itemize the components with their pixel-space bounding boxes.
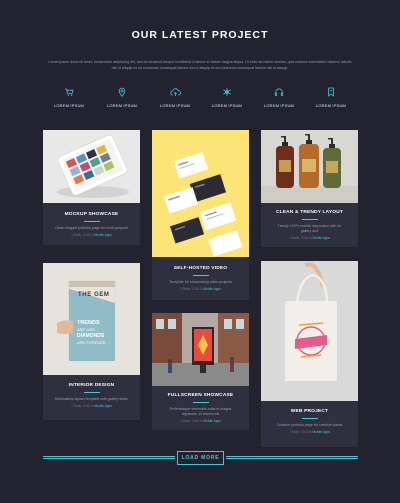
book-cover-line-4: ARE FOREVER. [77, 340, 107, 345]
project-description: Creative portfolio page for creative tea… [276, 422, 343, 427]
project-description: Trendy 100% mobile responsive with 2x ga… [277, 223, 342, 233]
project-image-bottles [261, 130, 358, 203]
page-title: OUR LATEST PROJECT [131, 29, 269, 41]
project-title[interactable]: FULLSCREEN SHOWCASE [152, 393, 249, 398]
divider-left [43, 456, 175, 459]
category-item-4[interactable]: LOREM IPSUM [200, 87, 254, 108]
project-meta: 1 Ratio, 2018 In Mobile Apps [261, 430, 358, 434]
bookmark-icon [328, 87, 334, 97]
project-description: Clean elegant portfolio page for multi-p… [55, 225, 128, 230]
book-cover-line-3: DIAMONDS [77, 333, 105, 339]
project-caption: SELF-HOSTED VIDEO Template for showcasin… [152, 266, 249, 291]
project-meta: 1 Ratio, 2018 In Mobile Apps [261, 236, 358, 240]
headphones-icon [274, 88, 284, 96]
project-title[interactable]: MOCKUP SHOWCASE [43, 212, 140, 217]
project-image-tote-bag [261, 261, 358, 401]
project-meta: 1 Ratio, 2018 In Mobile Apps [43, 233, 140, 237]
project-date: 1 Ratio, 2018 In [71, 403, 94, 408]
project-description: Template for showcasing video projects [169, 279, 232, 284]
project-caption: MOCKUP SHOWCASE Clean elegant portfolio … [43, 212, 140, 237]
category-item-3[interactable]: LOREM IPSUM [148, 87, 202, 108]
project-title[interactable]: SELF-HOSTED VIDEO [152, 266, 249, 271]
title-underline [192, 275, 209, 276]
project-caption: INTERIOR DESIGN Minimalistic stylish tem… [43, 383, 140, 408]
category-label: LOREM IPSUM [263, 103, 295, 108]
project-caption: WEB PROJECT Creative portfolio page for … [261, 409, 358, 434]
category-item-2[interactable]: LOREM IPSUM [95, 87, 149, 108]
project-title[interactable]: INTERIOR DESIGN [43, 383, 140, 388]
category-item-5[interactable]: LOREM IPSUM [252, 87, 306, 108]
category-label: LOREM IPSUM [106, 103, 138, 108]
project-title[interactable]: WEB PROJECT [261, 409, 358, 414]
project-title[interactable]: CLEAN & TRENDY LAYOUT [261, 210, 358, 215]
project-image-book: THE GEM TRENDS ARE LIKE DIAMONDS ARE FOR… [43, 263, 140, 375]
cart-icon [65, 88, 74, 96]
cloud-upload-icon [169, 88, 181, 96]
category-item-6[interactable]: LOREM IPSUM [304, 87, 358, 108]
project-card-clean-trendy-layout[interactable]: CLEAN & TRENDY LAYOUT Trendy 100% mobile… [261, 130, 358, 247]
category-label: LOREM IPSUM [315, 103, 347, 108]
divider-right [226, 456, 358, 459]
title-underline [83, 392, 100, 393]
category-item-1[interactable]: LOREM IPSUM [42, 87, 96, 108]
category-bar: LOREM IPSUM LOREM IPSUM LOREM IPSUM LORE… [42, 87, 360, 113]
project-card-self-hosted-video[interactable]: SELF-HOSTED VIDEO Template for showcasin… [152, 130, 249, 300]
map-pin-icon [118, 87, 126, 97]
project-caption: CLEAN & TRENDY LAYOUT Trendy 100% mobile… [261, 210, 358, 240]
project-image-street-billboard [152, 313, 249, 386]
intro-text: Lorem ipsum dolor sit amet, consectetur … [48, 60, 352, 70]
project-category-link[interactable]: Mobile Apps [313, 236, 330, 240]
project-description: Pellentesque venenatis nulla et magna di… [169, 406, 232, 416]
book-cover-line-2: ARE LIKE [77, 327, 96, 332]
category-label: LOREM IPSUM [211, 103, 243, 108]
book-cover-line-1: TRENDS [77, 320, 100, 326]
category-label: LOREM IPSUM [159, 103, 191, 108]
project-card-web-project[interactable]: WEB PROJECT Creative portfolio page for … [261, 261, 358, 447]
project-date: 1 Ratio, 2018 In [289, 429, 312, 434]
load-more-button[interactable]: LOAD MORE [177, 451, 224, 465]
project-card-fullscreen-showcase[interactable]: FULLSCREEN SHOWCASE Pellentesque venenat… [152, 313, 249, 430]
title-underline [83, 221, 100, 222]
title-underline [192, 402, 209, 403]
project-category-link[interactable]: Mobile Apps [204, 419, 221, 423]
book-cover-top: THE GEM [78, 292, 110, 298]
project-category-link[interactable]: Mobile Apps [313, 430, 330, 434]
title-underline [301, 219, 318, 220]
category-label: LOREM IPSUM [53, 103, 85, 108]
project-card-mockup-showcase[interactable]: MOCKUP SHOWCASE Clean elegant portfolio … [43, 130, 140, 245]
snowflake-icon [223, 87, 231, 97]
project-meta: 1 Ratio, 2018 In Mobile Apps [43, 404, 140, 408]
project-date: 1 Ratio, 2018 In [180, 286, 203, 291]
project-category-link[interactable]: Mobile Apps [95, 404, 112, 408]
project-meta: 1 Ratio, 2018 In Mobile Apps [152, 287, 249, 291]
project-date: 1 Ratio, 2018 In [289, 235, 312, 240]
project-meta: 1 Ratio, 2018 In Mobile Apps [152, 419, 249, 423]
project-caption: FULLSCREEN SHOWCASE Pellentesque venenat… [152, 393, 249, 423]
project-category-link[interactable]: Mobile Apps [204, 287, 221, 291]
project-card-interior-design[interactable]: THE GEM TRENDS ARE LIKE DIAMONDS ARE FOR… [43, 263, 140, 420]
project-image-tablet [43, 130, 140, 203]
project-category-link[interactable]: Mobile Apps [95, 233, 112, 237]
title-underline [301, 418, 318, 419]
project-description: Minimalistic stylish template with galle… [55, 396, 128, 401]
project-date: 1 Ratio, 2018 In [180, 418, 203, 423]
project-image-business-cards [152, 130, 249, 257]
project-date: 1 Ratio, 2018 In [71, 232, 94, 237]
